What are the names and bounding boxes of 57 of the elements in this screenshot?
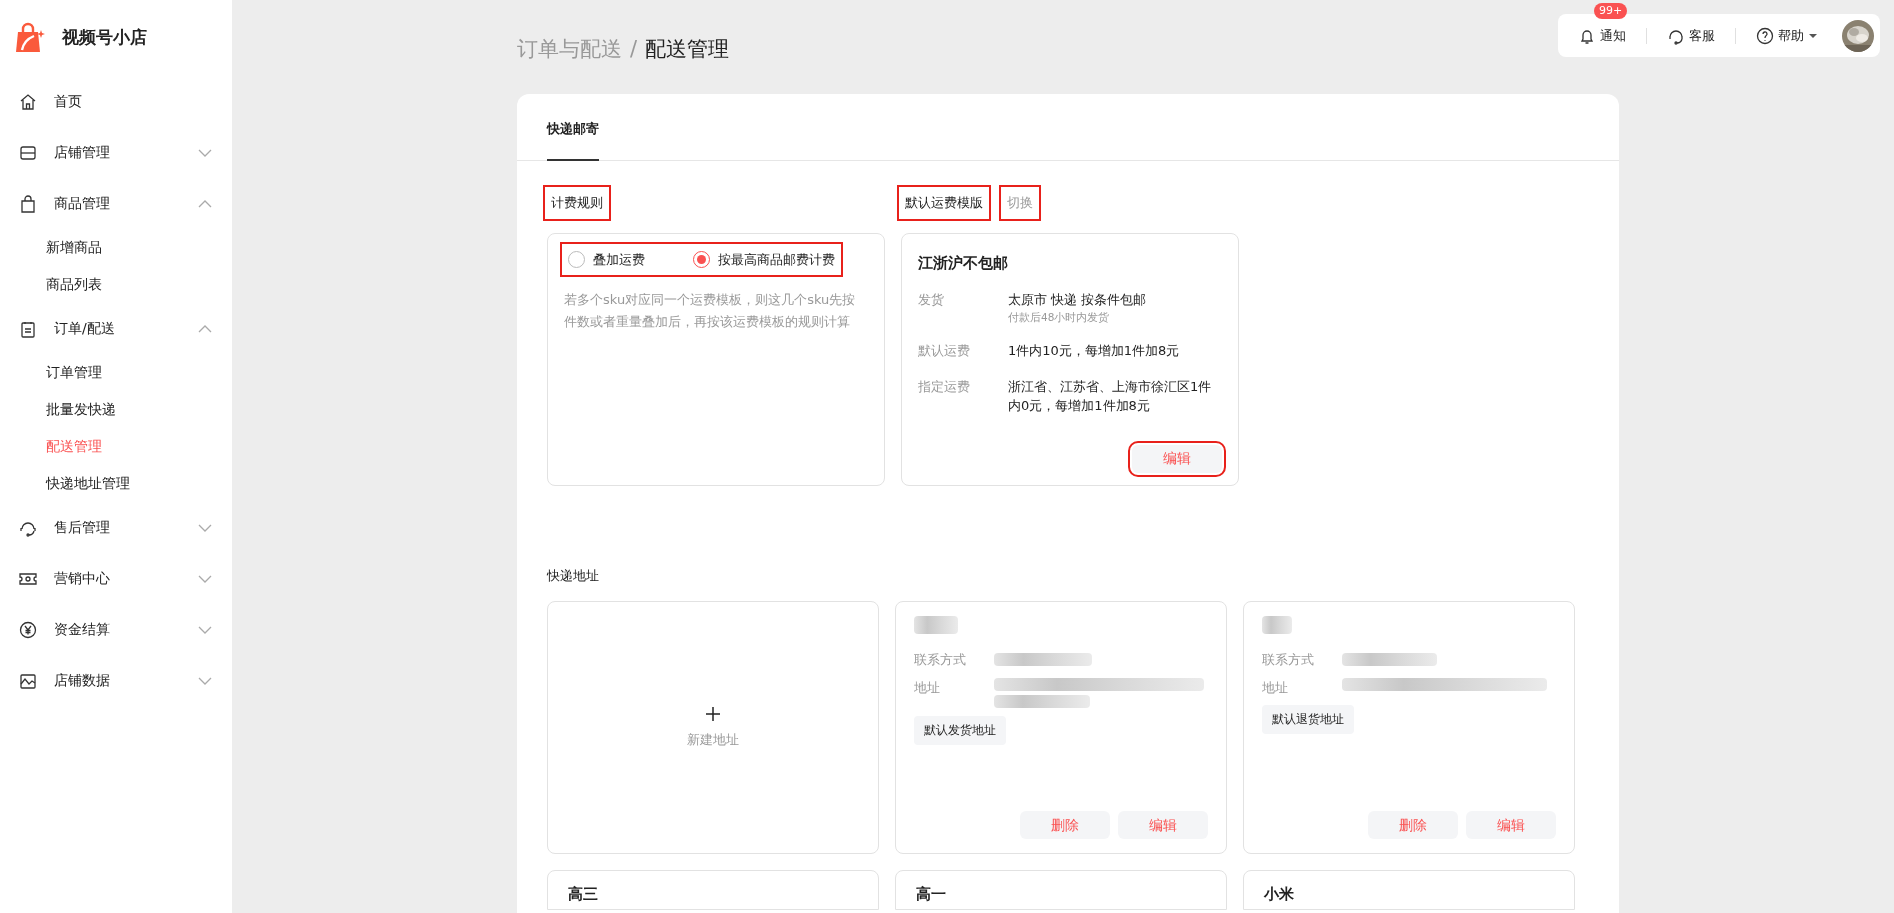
help-icon: [1756, 26, 1774, 45]
tab[interactable]: 快递邮寄: [547, 94, 599, 161]
sidebar-item[interactable]: 营销中心: [0, 553, 232, 604]
bag-icon: [18, 193, 38, 214]
breadcrumb-separator: /: [630, 36, 638, 63]
template-name: 江浙沪不包邮: [918, 252, 1009, 274]
new-address-label: 新建地址: [687, 730, 739, 749]
chevron-up-icon: [198, 324, 212, 333]
field-label: 地址: [914, 678, 941, 697]
chevron-up-icon: [198, 199, 212, 208]
field-label: 默认运费: [918, 342, 971, 361]
chevron-down-icon: [198, 148, 212, 157]
field-label: 联系方式: [1262, 651, 1315, 669]
field-label: 地址: [1262, 678, 1289, 697]
shop-logo-icon: [14, 22, 46, 54]
sidebar-item[interactable]: 首页: [0, 76, 232, 127]
section-title: 快递地址: [547, 566, 600, 585]
field-value: 1件内10元，每增加1件加8元: [1008, 342, 1180, 361]
field-label: 指定运费: [918, 377, 971, 396]
plus-icon: [705, 705, 721, 722]
radio-option[interactable]: 按最高商品邮费计费: [693, 249, 835, 269]
sidebar-item[interactable]: 资金结算: [0, 604, 232, 655]
field-label: 发货: [918, 291, 945, 309]
address-card-title: 高三: [547, 870, 879, 910]
redacted-name: [914, 616, 958, 634]
sidebar-subitem[interactable]: 快递地址管理: [0, 465, 232, 502]
field-note: 付款后48小时内发货: [1008, 309, 1111, 325]
customer-service-button[interactable]: 客服: [1667, 25, 1715, 46]
chevron-down-icon: [198, 676, 212, 685]
help-dropdown[interactable]: 帮助: [1756, 25, 1818, 46]
app-name: 视频号小店: [62, 26, 147, 50]
chevron-down-icon: [198, 625, 212, 634]
chevron-down-icon: [198, 523, 212, 532]
sidebar-item[interactable]: 售后管理: [0, 502, 232, 553]
address-tag: 默认发货地址: [914, 715, 1006, 745]
caret-icon: [1808, 32, 1818, 39]
sidebar-item[interactable]: 订单/配送: [0, 303, 232, 354]
address-tag: 默认退货地址: [1262, 705, 1354, 735]
sidebar-subitem[interactable]: 订单管理: [0, 354, 232, 391]
address-card-title: 高一: [895, 870, 1227, 910]
radio-option[interactable]: 叠加运费: [568, 249, 645, 269]
sidebar-subitem[interactable]: 商品列表: [0, 266, 232, 303]
sidebar-subitem[interactable]: 批量发快递: [0, 391, 232, 428]
notification-badge: 99+: [1594, 3, 1628, 19]
redacted-name: [1262, 616, 1292, 634]
field-label: 联系方式: [914, 651, 967, 669]
address-card-title: 小米: [1243, 870, 1575, 910]
sidebar-item[interactable]: 店铺管理: [0, 127, 232, 178]
chevron-down-icon: [198, 574, 212, 583]
sidebar-item[interactable]: 店铺数据: [0, 655, 232, 706]
field-value: 浙江省、江苏省、上海市徐汇区1件内0元，每增加1件加8元: [1008, 377, 1213, 416]
notification-button[interactable]: 通知: [1578, 25, 1626, 46]
yen-icon: [18, 619, 38, 640]
sidebar-subitem[interactable]: 新增商品: [0, 229, 232, 266]
sidebar-item[interactable]: 商品管理: [0, 178, 232, 229]
breadcrumb-current: 配送管理: [645, 36, 730, 63]
field-value: 太原市 快递 按条件包邮: [1008, 291, 1147, 309]
